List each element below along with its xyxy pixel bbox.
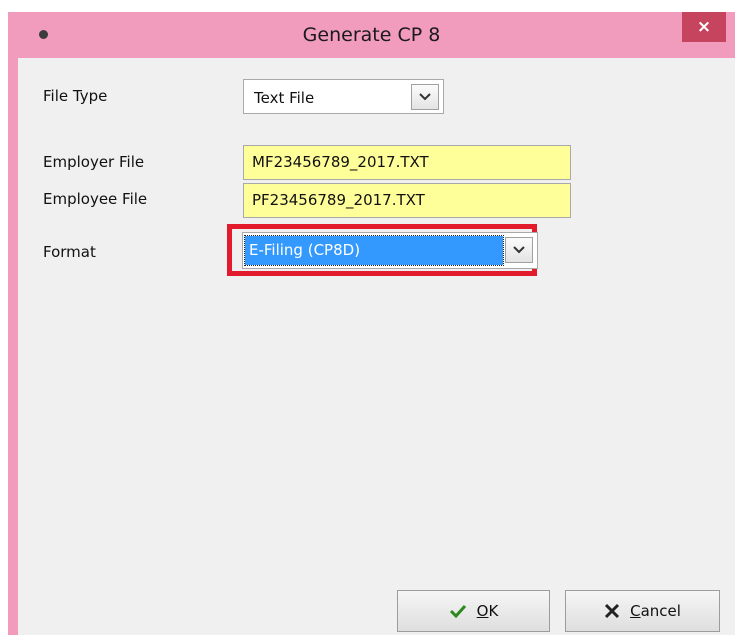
title-bar[interactable]: Generate CP 8 ×: [8, 12, 735, 58]
x-icon: [605, 603, 620, 619]
employee-file-label: Employee File: [43, 190, 148, 208]
ok-button[interactable]: OK: [397, 590, 550, 632]
employer-file-label: Employer File: [43, 153, 145, 171]
file-type-dropdown-button[interactable]: [411, 84, 439, 110]
chevron-down-icon: [513, 246, 525, 254]
employee-file-input[interactable]: PF23456789_2017.TXT: [243, 183, 571, 218]
file-type-value: Text File: [254, 89, 315, 107]
cancel-button[interactable]: Cancel: [565, 590, 720, 632]
employer-file-input[interactable]: MF23456789_2017.TXT: [243, 145, 571, 180]
chevron-down-icon: [419, 93, 431, 101]
file-type-label: File Type: [43, 87, 108, 105]
format-dropdown[interactable]: E-Filing (CP8D): [242, 232, 538, 269]
format-dropdown-button[interactable]: [505, 237, 533, 263]
format-label: Format: [43, 243, 96, 261]
close-icon: ×: [696, 17, 712, 37]
close-button[interactable]: ×: [682, 12, 726, 42]
cancel-label: Cancel: [630, 602, 681, 620]
dialog-body: File Type Text File Employer File MF2345…: [18, 58, 735, 635]
ok-label: OK: [476, 602, 499, 620]
file-type-dropdown[interactable]: Text File: [243, 79, 444, 114]
format-value: E-Filing (CP8D): [244, 235, 504, 266]
window-title: Generate CP 8: [302, 24, 441, 46]
dialog-window: Generate CP 8 × File Type Text File Empl…: [8, 12, 735, 635]
check-icon: [449, 604, 466, 618]
